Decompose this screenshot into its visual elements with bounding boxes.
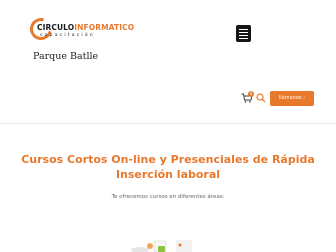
menu-bar-line xyxy=(239,32,248,33)
hamburger-menu-button[interactable] xyxy=(236,25,251,42)
cart-count-badge: 0 xyxy=(248,91,254,97)
header-divider xyxy=(0,123,336,124)
logo-text-accent: INFORMATICO xyxy=(74,23,135,32)
page-heading: Cursos Cortos On-line y Presenciales de … xyxy=(21,153,315,181)
page-subtitle: Te ofrecemos cursos en diferentes áreas: xyxy=(111,194,225,200)
site-logo[interactable]: CIRCULOINFORMATICO capacitación xyxy=(25,13,134,48)
menu-bar-line xyxy=(239,38,248,39)
logo-text-main: CIRCULO xyxy=(37,23,75,32)
logo-text: CIRCULOINFORMATICO xyxy=(37,23,134,32)
logo-tagline: capacitación xyxy=(40,33,95,38)
search-icon[interactable] xyxy=(256,93,266,103)
call-us-button[interactable]: llámanos › xyxy=(270,91,314,106)
course-illustration-image xyxy=(131,240,192,252)
location-title: Parque Batlle xyxy=(33,51,99,62)
menu-bar-line xyxy=(239,35,248,36)
menu-bar-line xyxy=(239,29,248,30)
